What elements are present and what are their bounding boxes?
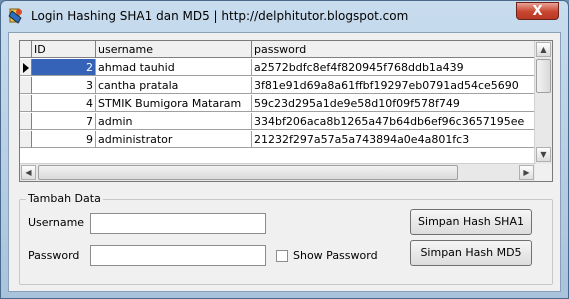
cell-id[interactable]: 3 xyxy=(32,77,96,94)
header-indicator xyxy=(20,41,32,58)
save-md5-button[interactable]: Simpan Hash MD5 xyxy=(410,240,532,266)
cell-id[interactable]: 4 xyxy=(32,95,96,112)
cell-password[interactable]: 334bf206aca8b1265a47b64db6ef96c3657195ee xyxy=(252,113,536,130)
row-indicator xyxy=(20,113,32,130)
password-label: Password xyxy=(28,249,80,262)
vertical-scrollbar[interactable]: ▲ ▼ xyxy=(534,41,552,164)
table-row[interactable]: 3 cantha pratala 3f81e91d69a8a61ffbf1929… xyxy=(20,77,536,95)
cell-password[interactable]: 59c23d295a1de9e58d10f09f578f749 xyxy=(252,95,536,112)
show-password-label[interactable]: Show Password xyxy=(293,249,378,262)
row-indicator xyxy=(20,77,32,94)
horizontal-scrollbar[interactable]: ◀ ▶ xyxy=(20,163,536,181)
tambah-data-group: Tambah Data Username Password Show Passw… xyxy=(19,192,553,285)
app-window: Login Hashing SHA1 dan MD5 | http://delp… xyxy=(0,0,569,299)
group-label: Tambah Data xyxy=(26,192,103,205)
window-title: Login Hashing SHA1 dan MD5 | http://delp… xyxy=(31,9,409,23)
table-row[interactable]: 7 admin 334bf206aca8b1265a47b64db6ef96c3… xyxy=(20,113,536,131)
data-grid[interactable]: ID username password 2 ahmad tauhid a257… xyxy=(19,40,553,182)
title-bar[interactable]: Login Hashing SHA1 dan MD5 | http://delp… xyxy=(1,1,568,32)
cell-password[interactable]: a2572bdfc8ef4f820945f768ddb1a439 xyxy=(252,59,536,76)
table-row[interactable]: 4 STMIK Bumigora Mataram 59c23d295a1de9e… xyxy=(20,95,536,113)
column-header-username[interactable]: username xyxy=(96,41,252,58)
horizontal-scroll-thumb[interactable] xyxy=(38,165,458,180)
username-label: Username xyxy=(28,216,85,229)
scrollbar-corner xyxy=(535,164,552,181)
row-indicator xyxy=(20,131,32,148)
cell-password[interactable]: 21232f297a57a5a743894a0e4a801fc3 xyxy=(252,131,536,148)
row-indicator xyxy=(20,95,32,112)
cell-username[interactable]: STMIK Bumigora Mataram xyxy=(96,95,252,112)
password-field[interactable] xyxy=(90,245,266,266)
save-sha1-button[interactable]: Simpan Hash SHA1 xyxy=(410,209,532,235)
grid-body: ID username password 2 ahmad tauhid a257… xyxy=(20,41,536,164)
username-field[interactable] xyxy=(90,213,266,234)
cell-id[interactable]: 7 xyxy=(32,113,96,130)
app-icon xyxy=(8,8,22,24)
table-row[interactable]: 2 ahmad tauhid a2572bdfc8ef4f820945f768d… xyxy=(20,59,536,77)
close-button[interactable]: X xyxy=(516,2,559,20)
cell-username[interactable]: ahmad tauhid xyxy=(96,59,252,76)
scroll-right-icon[interactable]: ▶ xyxy=(519,165,534,180)
vertical-scroll-thumb[interactable] xyxy=(536,59,551,93)
scroll-up-icon[interactable]: ▲ xyxy=(536,42,551,57)
scroll-left-icon[interactable]: ◀ xyxy=(21,165,36,180)
show-password-checkbox[interactable] xyxy=(276,250,288,262)
table-row[interactable]: 9 administrator 21232f297a57a5a743894a0e… xyxy=(20,131,536,149)
cell-id[interactable]: 9 xyxy=(32,131,96,148)
cell-password[interactable]: 3f81e91d69a8a61ffbf19297eb0791ad54ce5690 xyxy=(252,77,536,94)
grid-header: ID username password xyxy=(20,41,536,59)
column-header-password[interactable]: password xyxy=(252,41,536,58)
scroll-down-icon[interactable]: ▼ xyxy=(536,147,551,162)
cell-username[interactable]: admin xyxy=(96,113,252,130)
column-header-id[interactable]: ID xyxy=(32,41,96,58)
row-indicator xyxy=(20,59,32,76)
cell-username[interactable]: administrator xyxy=(96,131,252,148)
cell-username[interactable]: cantha pratala xyxy=(96,77,252,94)
cell-id[interactable]: 2 xyxy=(32,59,96,76)
current-row-arrow-icon xyxy=(23,63,29,73)
main-form: ID username password 2 ahmad tauhid a257… xyxy=(8,32,561,292)
